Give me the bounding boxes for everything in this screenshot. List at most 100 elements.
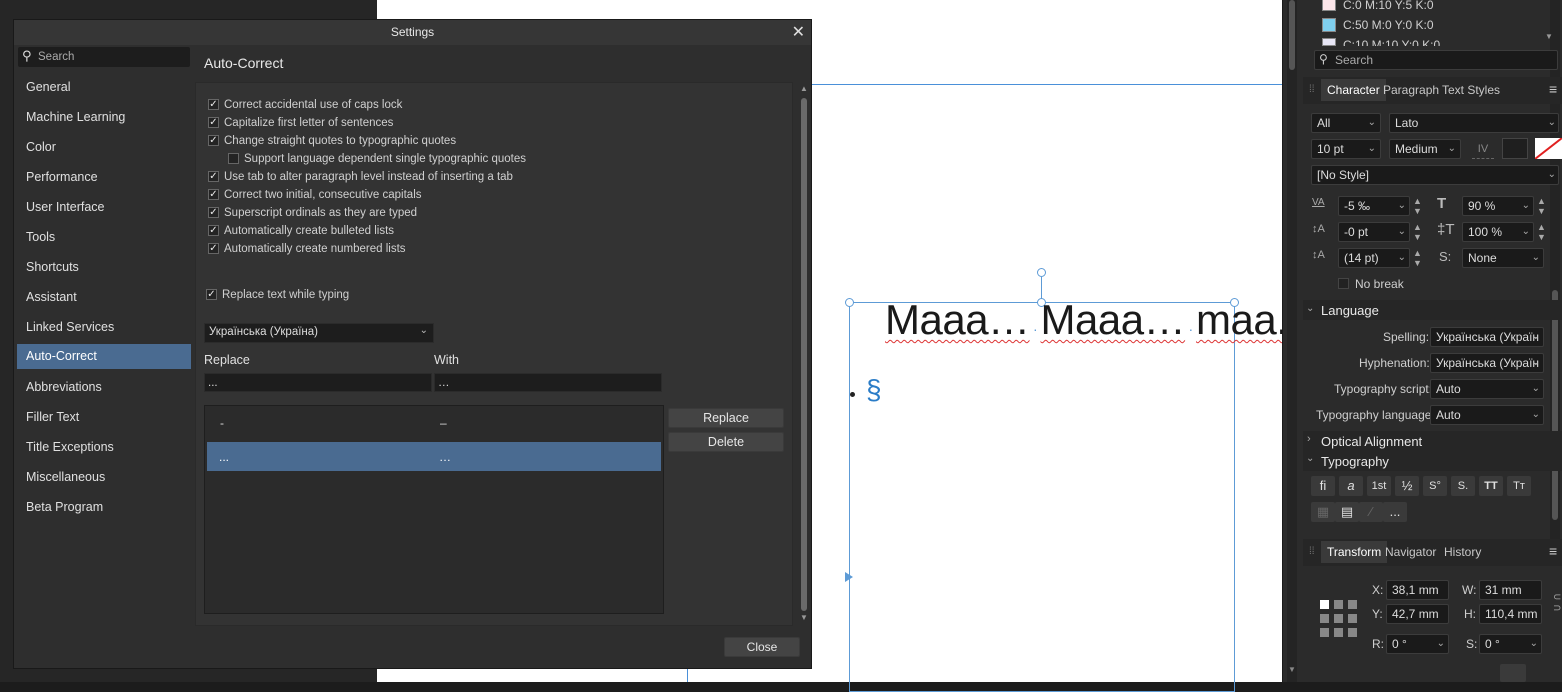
panel-scrollbar[interactable]: ▼ bbox=[1287, 0, 1297, 682]
scroll-thumb[interactable] bbox=[801, 98, 807, 611]
grip-icon[interactable]: ⁞⁞ bbox=[1309, 84, 1315, 95]
swatch-label[interactable]: C:10 M:10 Y:0 K:0 bbox=[1343, 38, 1440, 46]
panel-menu-icon[interactable]: ≡ bbox=[1549, 81, 1557, 97]
grip-icon[interactable]: ⁞⁞ bbox=[1309, 546, 1315, 557]
language-select[interactable]: Українська (Україна) ⌄ bbox=[204, 323, 434, 343]
all-caps-button[interactable]: TT bbox=[1479, 476, 1503, 496]
tab-paragraph[interactable]: Paragraph bbox=[1383, 83, 1439, 97]
subscript-button[interactable]: S. bbox=[1451, 476, 1475, 496]
nav-miscellaneous[interactable]: Miscellaneous bbox=[17, 465, 191, 490]
scroll-down-icon[interactable]: ▼ bbox=[1288, 665, 1296, 674]
leading-input[interactable]: (14 pt) ⌄ bbox=[1338, 248, 1410, 268]
superscript-button[interactable]: S° bbox=[1423, 476, 1447, 496]
nav-assistant[interactable]: Assistant bbox=[17, 285, 191, 310]
replace-input[interactable]: ... bbox=[204, 373, 432, 392]
typography-script-select[interactable]: Auto ⌄ bbox=[1430, 379, 1544, 399]
tab-history[interactable]: History bbox=[1444, 545, 1481, 559]
hyphenation-select[interactable]: Українська (Україн ⌄ bbox=[1430, 353, 1544, 373]
more-typography-button[interactable]: ... bbox=[1383, 502, 1407, 522]
checkbox[interactable]: ✓ bbox=[208, 135, 219, 146]
nav-color[interactable]: Color bbox=[17, 135, 191, 160]
close-icon[interactable]: ✕ bbox=[792, 22, 805, 42]
ligatures-button[interactable]: fi bbox=[1311, 476, 1335, 496]
font-scope-select[interactable]: All ⌄ bbox=[1311, 113, 1381, 133]
tab-character[interactable]: Character bbox=[1321, 79, 1386, 101]
small-caps-button[interactable]: Tт bbox=[1507, 476, 1531, 496]
horizontal-scale-input[interactable]: 100 % ⌄ bbox=[1462, 222, 1534, 242]
nav-auto-correct[interactable]: Auto-Correct bbox=[17, 344, 191, 369]
checkbox[interactable]: ✓ bbox=[208, 243, 219, 254]
delete-button[interactable]: Delete bbox=[668, 432, 784, 452]
tab-transform[interactable]: Transform bbox=[1321, 541, 1388, 563]
chevron-down-icon[interactable]: ▼ bbox=[1545, 32, 1553, 41]
swatch-label[interactable]: C:0 M:10 Y:5 K:0 bbox=[1343, 0, 1434, 12]
stepper-icon[interactable]: ▲ ▼ bbox=[1413, 196, 1422, 216]
checkbox[interactable]: ✓ bbox=[208, 117, 219, 128]
tab-text-styles[interactable]: Text Styles bbox=[1442, 83, 1500, 97]
nav-title-exceptions[interactable]: Title Exceptions bbox=[17, 435, 191, 460]
checkbox[interactable] bbox=[228, 153, 239, 164]
x-input[interactable]: 38,1 mm bbox=[1386, 580, 1449, 600]
resize-handle[interactable] bbox=[845, 298, 854, 307]
discretionary-ligatures-button[interactable]: a bbox=[1339, 476, 1363, 496]
scroll-down-icon[interactable]: ▼ bbox=[800, 613, 808, 622]
stepper-icon[interactable]: ▲ ▼ bbox=[1537, 222, 1546, 242]
tab-navigator[interactable]: Navigator bbox=[1385, 545, 1436, 559]
table-row[interactable]: - – bbox=[206, 407, 662, 438]
typography-language-select[interactable]: Auto ⌄ bbox=[1430, 405, 1544, 425]
stepper-icon[interactable]: ▲ ▼ bbox=[1413, 222, 1422, 242]
font-weight-select[interactable]: Medium ⌄ bbox=[1389, 139, 1461, 159]
rotation-input[interactable]: 0 ° ⌄ bbox=[1386, 634, 1449, 654]
baseline-input[interactable]: -0 pt ⌄ bbox=[1338, 222, 1410, 242]
font-size-select[interactable]: 10 pt ⌄ bbox=[1311, 139, 1381, 159]
replace-while-typing-checkbox[interactable]: ✓ bbox=[206, 289, 217, 300]
text-color-swatch[interactable] bbox=[1502, 138, 1528, 159]
nav-beta-program[interactable]: Beta Program bbox=[17, 495, 191, 520]
italic-swash-icon[interactable]: ∕ bbox=[1359, 502, 1383, 522]
scroll-up-icon[interactable]: ▲ bbox=[800, 84, 808, 93]
text-flow-arrow[interactable] bbox=[845, 572, 853, 582]
nav-user-interface[interactable]: User Interface bbox=[17, 195, 191, 220]
table-row[interactable]: ... … bbox=[207, 442, 661, 471]
ordinals-button[interactable]: 1st bbox=[1367, 476, 1391, 496]
nav-shortcuts[interactable]: Shortcuts bbox=[17, 255, 191, 280]
dialog-scrollbar[interactable]: ▲ ▼ bbox=[798, 82, 810, 626]
panel-menu-icon[interactable]: ≡ bbox=[1549, 543, 1557, 559]
w-input[interactable]: 31 mm bbox=[1479, 580, 1542, 600]
nav-general[interactable]: General bbox=[17, 75, 191, 100]
text-frame[interactable] bbox=[849, 302, 1235, 692]
checkbox[interactable]: ✓ bbox=[208, 171, 219, 182]
canvas-text[interactable]: Maaa… · Maaa… · maa.. bbox=[885, 296, 1299, 344]
close-button[interactable]: Close bbox=[724, 637, 800, 657]
swatch-search-input[interactable]: Search bbox=[1314, 50, 1558, 70]
h-input[interactable]: 110,4 mm bbox=[1479, 604, 1542, 624]
nav-abbreviations[interactable]: Abbreviations bbox=[17, 375, 191, 400]
nav-filler-text[interactable]: Filler Text bbox=[17, 405, 191, 430]
rotate-handle[interactable] bbox=[1037, 268, 1046, 277]
vertical-scale-input[interactable]: 90 % ⌄ bbox=[1462, 196, 1534, 216]
replace-button[interactable]: Replace bbox=[668, 408, 784, 428]
font-family-select[interactable]: Lato ⌄ bbox=[1389, 113, 1559, 133]
underline-icon[interactable]: IV bbox=[1472, 139, 1494, 159]
fractions-button[interactable]: ½ bbox=[1395, 476, 1419, 496]
checkbox[interactable]: ✓ bbox=[208, 207, 219, 218]
link-icon[interactable]: ⊂ ⊃ bbox=[1553, 592, 1561, 614]
stepper-icon[interactable]: ▲ ▼ bbox=[1413, 248, 1422, 268]
stepper-icon[interactable]: ▲ ▼ bbox=[1537, 196, 1546, 216]
frame-text-icon[interactable]: ▤ bbox=[1335, 502, 1359, 522]
swatch-color[interactable] bbox=[1322, 38, 1336, 46]
position-select[interactable]: None ⌄ bbox=[1462, 248, 1544, 268]
highlight-color-swatch[interactable] bbox=[1535, 138, 1562, 159]
nav-machine-learning[interactable]: Machine Learning bbox=[17, 105, 191, 130]
nav-performance[interactable]: Performance bbox=[17, 165, 191, 190]
transform-option-button[interactable] bbox=[1500, 664, 1526, 682]
nav-tools[interactable]: Tools bbox=[17, 225, 191, 250]
tracking-input[interactable]: -5 ‰ ⌄ bbox=[1338, 196, 1410, 216]
shear-input[interactable]: 0 ° ⌄ bbox=[1479, 634, 1542, 654]
checkbox[interactable]: ✓ bbox=[208, 225, 219, 236]
char-style-select[interactable]: [No Style] ⌄ bbox=[1311, 165, 1559, 185]
swatch-label[interactable]: C:50 M:0 Y:0 K:0 bbox=[1343, 18, 1434, 32]
anchor-point-selector[interactable] bbox=[1320, 600, 1358, 638]
swatch-color[interactable] bbox=[1322, 0, 1336, 11]
with-input[interactable]: … bbox=[434, 373, 662, 392]
